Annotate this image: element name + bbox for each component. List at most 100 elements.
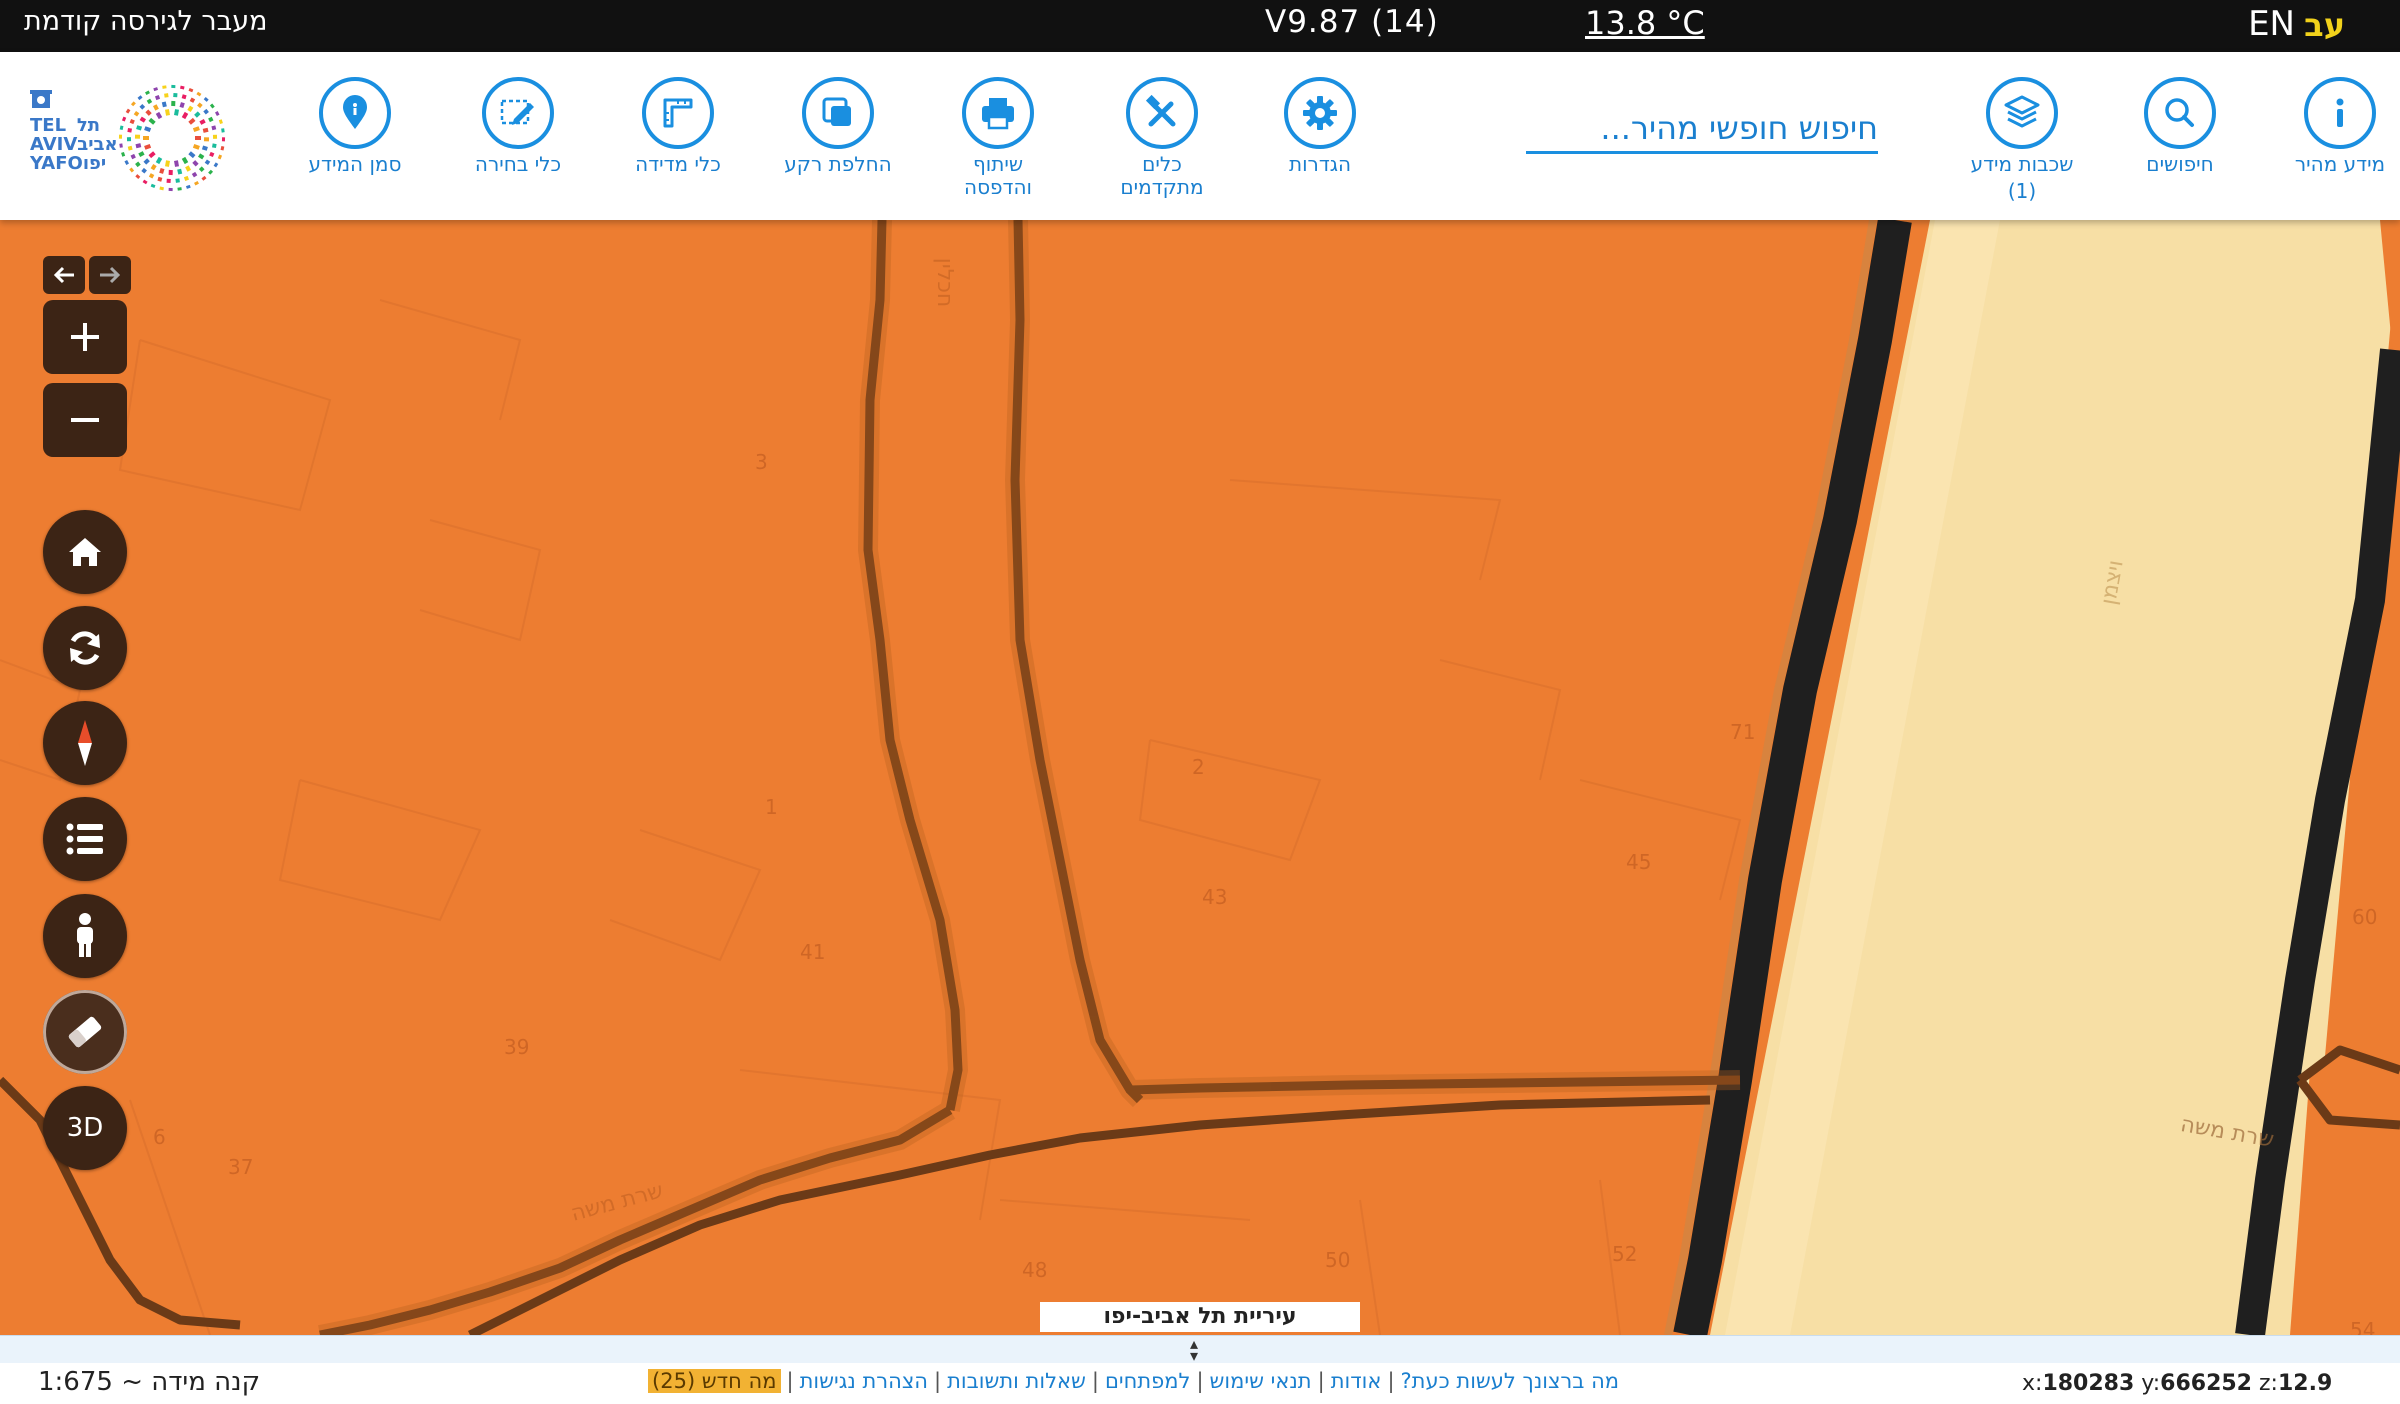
parcel-number: 41 <box>800 940 826 964</box>
switch-background-label: החלפת רקע <box>784 152 892 176</box>
parcel-number: 39 <box>504 1035 530 1059</box>
info-layers-button[interactable]: שכבות מידע (1) <box>1942 77 2102 205</box>
measure-tools-label: כלי מדידה <box>635 152 721 176</box>
info-marker-button[interactable]: סמן המידע <box>275 77 435 178</box>
coord-y-label: y: <box>2141 1371 2161 1396</box>
parcel-number: 2 <box>1192 755 1205 779</box>
compass-icon <box>78 720 92 766</box>
parcel-number: 1 <box>765 795 778 819</box>
basemap-icon <box>802 77 874 149</box>
version-label: V9.87 (14) <box>1265 4 1439 40</box>
footer-link-about[interactable]: אודות <box>1331 1369 1382 1393</box>
share-print-button[interactable]: שיתוף והדפסה <box>918 77 1078 201</box>
searches-label: חיפושים <box>2146 152 2214 176</box>
eraser-button[interactable] <box>43 990 127 1074</box>
legend-list-button[interactable] <box>43 797 127 881</box>
home-button[interactable] <box>43 510 127 594</box>
logo-text-he-3: יפו <box>82 153 107 174</box>
city-attribution-label: עיריית תל אביב-יפו <box>1040 1302 1360 1332</box>
parcel-number: 71 <box>1730 720 1756 744</box>
3d-label: 3D <box>66 1113 104 1143</box>
quick-search-input[interactable] <box>1526 104 1878 151</box>
parcel-number: 50 <box>1325 1248 1351 1272</box>
parcel-number: 37 <box>228 1155 254 1179</box>
map-canvas[interactable]: חכלין ויצמן שרת משה שרת משה 3 2 1 43 41 … <box>0 220 2400 1335</box>
select-tools-label: כלי בחירה <box>474 152 562 176</box>
switch-background-button[interactable]: החלפת רקע <box>758 77 918 178</box>
coordinates-readout: x:180283 y:666252 z:12.9 <box>2022 1371 2332 1396</box>
previous-version-link[interactable]: מעבר לגירסה קודמת <box>24 6 268 37</box>
top-bar: עב EN 13.8 °C V9.87 (14) מעבר לגירסה קוד… <box>0 0 2400 52</box>
footer-links: מה ברצונך לעשות כעת?|אודות|תנאי שימוש|למ… <box>648 1369 1619 1393</box>
map-scale-label: קנה מידה ~ 1:675 <box>38 1367 261 1397</box>
logo-text-en-1: TEL <box>30 115 67 136</box>
refresh-button[interactable] <box>43 606 127 690</box>
zoom-in-button[interactable] <box>43 300 127 374</box>
compass-button[interactable] <box>43 701 127 785</box>
parcel-number: 3 <box>755 450 768 474</box>
searches-button[interactable]: חיפושים <box>2100 77 2260 178</box>
printer-icon <box>962 77 1034 149</box>
expand-collapse-icon: ▴ ▾ <box>1190 1334 1199 1365</box>
street-view-button[interactable] <box>43 894 127 978</box>
3d-view-button[interactable]: 3D <box>43 1086 127 1170</box>
footer-link-faq[interactable]: שאלות ותשובות <box>947 1369 1086 1393</box>
minus-icon <box>71 418 99 422</box>
history-arrows <box>43 256 131 294</box>
plus-icon <box>71 323 99 351</box>
settings-button[interactable]: הגדרות <box>1240 77 1400 178</box>
layers-icon <box>1986 77 2058 149</box>
ruler-icon <box>642 77 714 149</box>
footer-link-what-to-do[interactable]: מה ברצונך לעשות כעת? <box>1401 1369 1620 1393</box>
coord-z-value: 12.9 <box>2277 1371 2333 1396</box>
footer-link-terms[interactable]: תנאי שימוש <box>1210 1369 1312 1393</box>
share-print-label-2: והדפסה <box>964 175 1032 199</box>
info-layers-label: שכבות מידע <box>1970 152 2074 176</box>
language-hebrew-button[interactable]: עב <box>2304 6 2345 44</box>
language-english-button[interactable]: EN <box>2248 4 2295 44</box>
parcel-number: 48 <box>1022 1258 1048 1282</box>
pegman-icon <box>77 913 93 957</box>
settings-label: הגדרות <box>1288 152 1352 176</box>
footer-link-developers[interactable]: למפתחים <box>1105 1369 1190 1393</box>
home-icon <box>69 538 101 566</box>
quick-info-label: מידע מהיר <box>2294 152 2386 176</box>
search-icon <box>2144 77 2216 149</box>
quick-info-button[interactable]: מידע מהיר <box>2260 77 2400 178</box>
parcel-number: 43 <box>1202 885 1228 909</box>
street-label-hakalin: חכלין <box>932 257 958 308</box>
measure-tools-button[interactable]: כלי מדידה <box>598 77 758 178</box>
info-layers-count: (1) <box>2007 179 2037 203</box>
parcel-number: 45 <box>1626 850 1652 874</box>
whats-new-link[interactable]: מה חדש (25) <box>648 1369 781 1393</box>
tel-aviv-yafo-logo[interactable]: TEL תל AVIV אביב YAFO יפו <box>22 76 252 200</box>
tools-icon <box>1126 77 1198 149</box>
temperature-link[interactable]: 13.8 °C <box>1585 4 1705 42</box>
forward-arrow-button[interactable] <box>89 256 131 294</box>
select-pen-icon <box>482 77 554 149</box>
main-toolbar: מידע מהיר חיפושים שכבות מידע (1) חיפוש ח… <box>0 52 2400 220</box>
back-arrow-button[interactable] <box>43 256 85 294</box>
select-tools-button[interactable]: כלי בחירה <box>438 77 598 178</box>
eraser-icon <box>68 1016 102 1048</box>
info-icon <box>2304 77 2376 149</box>
parcel-number: 60 <box>2352 905 2378 929</box>
status-bar: ▴ ▾ קנה מידה ~ 1:675 מה ברצונך לעשות כעת?… <box>0 1335 2400 1404</box>
footer-link-accessibility[interactable]: הצהרת נגישות <box>800 1369 928 1393</box>
logo-text-en-3: YAFO <box>30 153 83 174</box>
advanced-tools-button[interactable]: כלים מתקדמים <box>1082 77 1242 201</box>
map-pin-icon <box>319 77 391 149</box>
coord-z-label: z: <box>2259 1371 2278 1396</box>
refresh-icon <box>70 631 100 665</box>
gear-icon <box>1284 77 1356 149</box>
parcel-number: 6 <box>153 1125 166 1149</box>
parcel-number: 52 <box>1612 1242 1638 1266</box>
coord-x-label: x: <box>2022 1371 2043 1396</box>
coord-y-value: 666252 <box>2160 1371 2252 1396</box>
list-icon <box>66 823 103 855</box>
logo-text-he-2: אביב <box>77 134 118 155</box>
panel-toggle-handle[interactable]: ▴ ▾ <box>0 1334 2400 1365</box>
parcel-number: 54 <box>2350 1318 2376 1335</box>
coord-x-value: 180283 <box>2042 1371 2135 1396</box>
zoom-out-button[interactable] <box>43 383 127 457</box>
